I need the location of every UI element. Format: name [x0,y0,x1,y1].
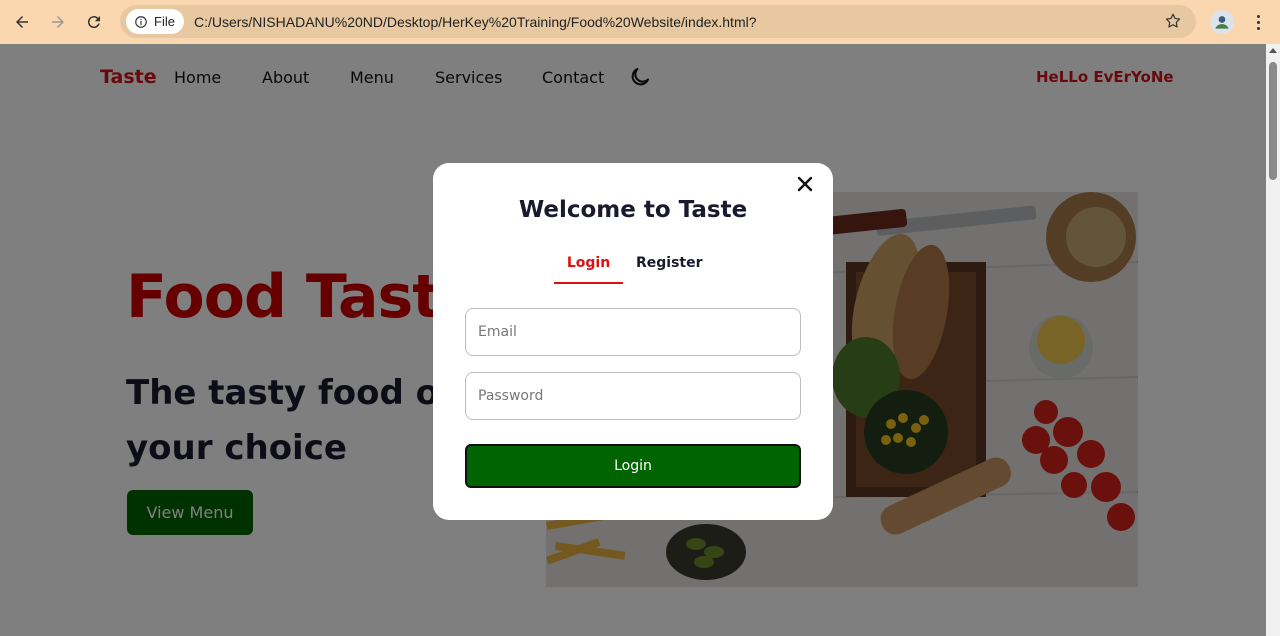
reload-button[interactable] [76,4,112,40]
profile-icon [1215,16,1229,29]
page-scrollbar[interactable] [1266,44,1280,636]
file-label: File [154,14,175,29]
login-modal: Welcome to Taste Login Register Login [433,163,833,520]
tab-login[interactable]: Login [554,255,623,284]
arrow-left-icon [16,16,28,28]
login-submit-button[interactable]: Login [465,444,801,488]
arrow-right-icon [52,16,64,28]
reload-icon [87,16,100,29]
close-icon[interactable] [797,176,813,192]
tab-register[interactable]: Register [636,255,703,271]
page-content: Taste Home About Menu Services Contact H… [0,44,1266,636]
back-button[interactable] [4,4,40,40]
scrollbar-thumb[interactable] [1269,62,1277,180]
password-field[interactable] [465,372,801,420]
browser-toolbar: File C:/Users/NISHADANU%20ND/Desktop/Her… [0,0,1280,44]
email-field[interactable] [465,308,801,356]
site-info-chip[interactable]: File [126,9,184,34]
bookmark-star-icon[interactable] [1164,12,1182,30]
url-text[interactable]: C:/Users/NISHADANU%20ND/Desktop/HerKey%2… [194,14,757,30]
forward-button[interactable] [40,4,76,40]
profile-avatar[interactable] [1210,10,1234,34]
info-icon [135,15,147,28]
modal-title: Welcome to Taste [518,197,748,223]
browser-menu-button[interactable] [1248,10,1268,34]
address-bar[interactable]: File C:/Users/NISHADANU%20ND/Desktop/Her… [120,5,1196,38]
scroll-up-arrow-icon[interactable] [1269,48,1277,53]
